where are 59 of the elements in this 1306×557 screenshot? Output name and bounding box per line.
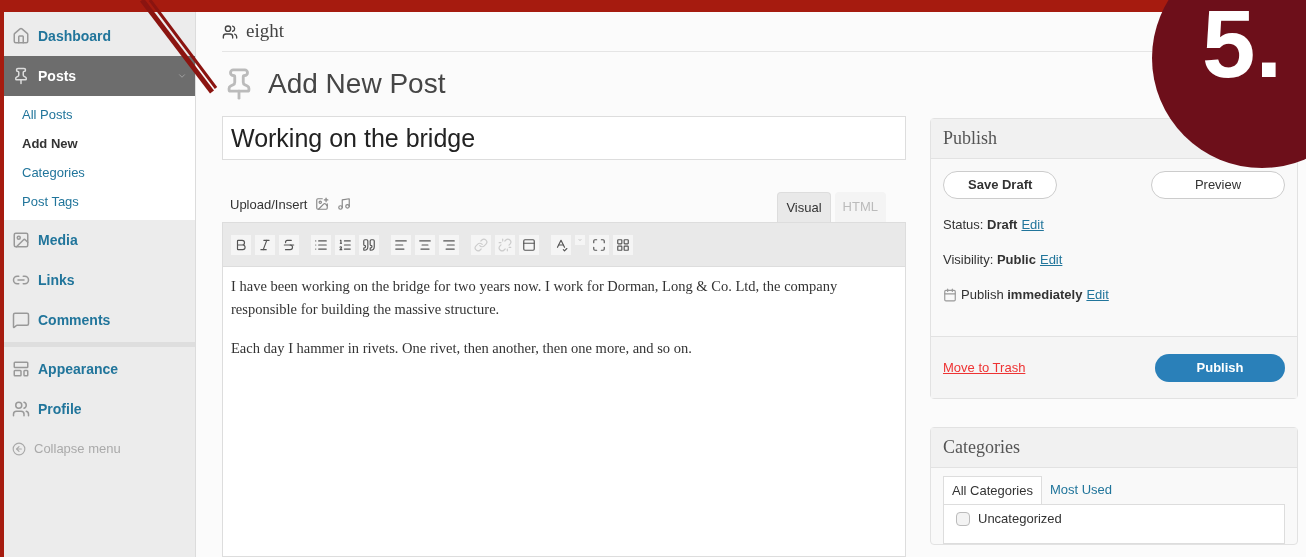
- numbered-list-icon[interactable]: [335, 234, 355, 255]
- caret-icon: [177, 71, 187, 81]
- submenu-item[interactable]: All Posts: [4, 100, 195, 129]
- preview-button[interactable]: Preview: [1151, 171, 1285, 199]
- more-tag-icon[interactable]: [519, 234, 539, 255]
- edit-link[interactable]: Edit: [1021, 214, 1044, 235]
- submenu-item[interactable]: Categories: [4, 158, 195, 187]
- menu-icon: [12, 67, 30, 85]
- quote-icon[interactable]: [359, 234, 379, 255]
- align-right-icon[interactable]: [439, 234, 459, 255]
- menu-icon: [12, 311, 30, 329]
- italic-icon[interactable]: [255, 234, 275, 255]
- sidebar-item[interactable]: Posts: [4, 56, 195, 96]
- editor-tab[interactable]: Visual: [777, 192, 831, 222]
- category-tab[interactable]: All Categories: [943, 476, 1042, 504]
- calendar-icon: [943, 287, 957, 302]
- edit-link[interactable]: Edit: [1086, 284, 1109, 305]
- save-draft-button[interactable]: Save Draft: [943, 171, 1058, 199]
- align-center-icon[interactable]: [415, 234, 435, 255]
- box-title: Publish: [943, 127, 998, 150]
- fullscreen-icon[interactable]: [589, 234, 609, 255]
- page-title: Add New Post: [268, 67, 446, 101]
- publish-setting: Visibility: Public: [943, 250, 1036, 269]
- publish-setting: Status: Draft: [943, 215, 1018, 234]
- bullet-list-icon[interactable]: [311, 234, 331, 255]
- edit-link[interactable]: Edit: [1039, 249, 1063, 270]
- publish-button[interactable]: Publish: [1155, 353, 1285, 382]
- category-checkbox[interactable]: [956, 511, 970, 526]
- sidebar-item[interactable]: Appearance: [4, 349, 195, 389]
- site-icon: [222, 23, 238, 40]
- kitchen-sink-icon[interactable]: [613, 234, 633, 255]
- upload-insert-label: Upload/Insert: [230, 195, 308, 214]
- publish-setting: Publish immediately: [961, 285, 1083, 304]
- menu-icon: [12, 400, 30, 418]
- submenu-item[interactable]: Add New: [4, 129, 195, 158]
- collapse-icon: [12, 442, 26, 456]
- menu-icon: [12, 231, 30, 249]
- category-tab[interactable]: Most Used: [1041, 476, 1121, 504]
- submenu-item[interactable]: Post Tags: [4, 187, 195, 216]
- sidebar-item[interactable]: Profile: [4, 389, 195, 429]
- bold-icon[interactable]: [231, 234, 251, 255]
- post-title-field[interactable]: Working on the bridge: [222, 116, 906, 160]
- editor-paragraph: Each day I hammer in rivets. One rivet, then another, then one more, and so on.: [231, 339, 693, 358]
- menu-icon: [12, 27, 30, 45]
- sidebar-item[interactable]: Dashboard: [4, 16, 195, 56]
- sidebar-item[interactable]: Media: [4, 220, 195, 260]
- spellcheck-icon[interactable]: [551, 234, 571, 255]
- sidebar-item[interactable]: Comments: [4, 300, 195, 340]
- add-media-icon[interactable]: [315, 197, 330, 212]
- sidebar-item[interactable]: Links: [4, 260, 195, 300]
- strikethrough-icon[interactable]: [279, 234, 299, 255]
- box-title: Categories: [943, 436, 1020, 459]
- editor-paragraph: I have been working on the bridge for two years now. I work for Dorman, Long & Co. Ltd, the company responsible for building the massive structure.: [231, 277, 839, 319]
- align-left-icon[interactable]: [391, 234, 411, 255]
- move-to-trash-link[interactable]: Move to Trash: [943, 357, 1026, 378]
- menu-icon: [12, 360, 30, 378]
- category-label: Uncategorized: [978, 510, 1062, 528]
- site-name: eight: [246, 19, 284, 44]
- add-audio-icon[interactable]: [337, 197, 352, 212]
